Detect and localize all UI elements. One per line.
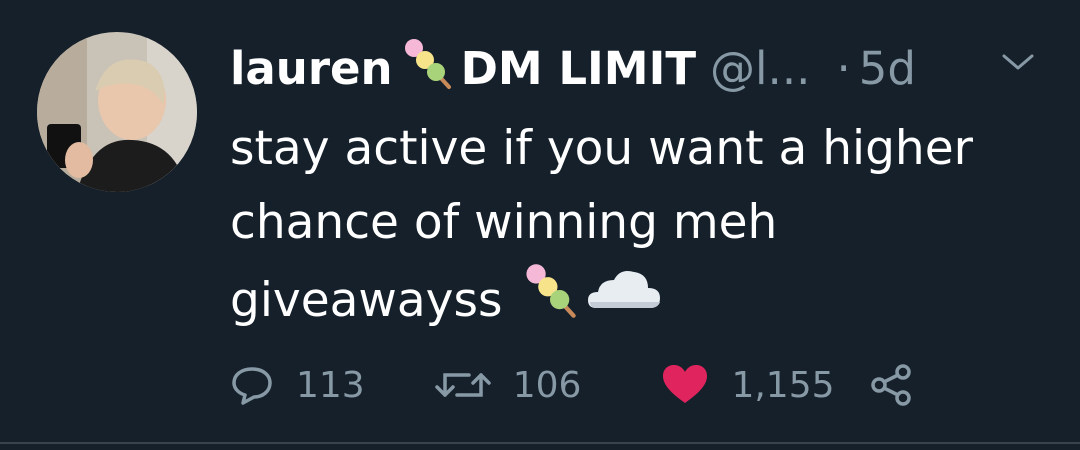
reply-button[interactable]: 113 [230, 363, 365, 407]
cloud-emoji [586, 260, 662, 342]
avatar[interactable] [37, 32, 197, 192]
like-button[interactable]: 1,155 [661, 363, 835, 407]
divider [0, 442, 1080, 444]
retweet-icon [434, 373, 491, 397]
dango-emoji [520, 260, 580, 342]
reply-count: 113 [296, 364, 365, 406]
tweet-actions: 113 106 1,155 [230, 355, 913, 415]
tweet-header: lauren DM LIMIT @l... · 5d [230, 36, 916, 100]
retweet-button[interactable]: 106 [434, 363, 582, 407]
like-count: 1,155 [731, 364, 835, 406]
retweet-count: 106 [512, 364, 582, 406]
separator-dot: · [836, 41, 851, 95]
share-icon [870, 364, 911, 406]
chevron-down-icon[interactable] [1000, 50, 1036, 74]
reply-icon [232, 367, 272, 405]
dango-emoji [399, 35, 455, 102]
tweet-text-line: stay active if you want a higher [230, 121, 973, 176]
tweet-text-line: chance of winning meh [230, 195, 778, 250]
display-name[interactable]: lauren [230, 42, 393, 95]
tweet[interactable]: lauren DM LIMIT @l... · 5d stay active i… [0, 0, 1080, 450]
timestamp[interactable]: 5d [859, 42, 916, 95]
user-handle[interactable]: @l... [710, 42, 810, 95]
heart-icon [663, 365, 708, 403]
share-button[interactable] [869, 363, 913, 407]
tweet-text: stay active if you want a higher chance … [230, 112, 1060, 342]
tweet-text-line: giveawayss [230, 273, 503, 328]
clipped-text-fragment [330, 0, 550, 4]
display-name-suffix[interactable]: DM LIMIT [461, 42, 696, 95]
tweet-text-line-3: giveawayss [230, 260, 1060, 342]
